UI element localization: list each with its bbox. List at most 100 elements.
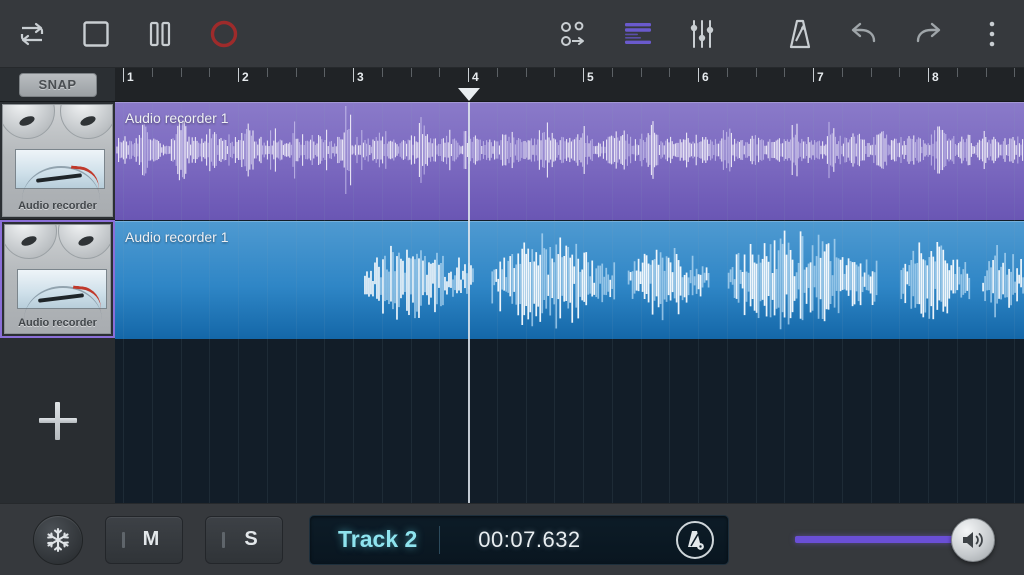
clip-label-2: Audio recorder 1 bbox=[125, 229, 229, 245]
routing-button[interactable] bbox=[542, 0, 606, 68]
audio-recorder-icon: Audio recorder bbox=[2, 104, 113, 217]
stop-icon bbox=[82, 20, 110, 48]
ruler-tick-major bbox=[238, 68, 239, 82]
clip-track-2[interactable]: Audio recorder 1 bbox=[115, 221, 1024, 339]
ruler-tick-minor bbox=[181, 68, 182, 77]
ruler-tick-major bbox=[353, 68, 354, 82]
reel-right-icon bbox=[60, 104, 113, 139]
track-header-1[interactable]: Audio recorder bbox=[0, 102, 115, 220]
metronome-settings-icon bbox=[685, 529, 705, 551]
ruler-tick-major bbox=[468, 68, 469, 82]
timeline-ruler[interactable]: 1 2 3 4 5 6 7 8 bbox=[115, 68, 1024, 102]
ruler-tick-minor bbox=[324, 68, 325, 77]
vu-meter-icon bbox=[17, 269, 107, 309]
ruler-measure-number: 8 bbox=[932, 70, 939, 84]
reel-left-icon bbox=[2, 104, 55, 139]
playhead-handle[interactable] bbox=[458, 88, 480, 101]
vu-meter-icon bbox=[15, 149, 105, 189]
reel-right-icon bbox=[58, 224, 111, 259]
ruler-tick-minor bbox=[957, 68, 958, 77]
reel-left-icon bbox=[4, 224, 57, 259]
nodes-icon bbox=[559, 20, 589, 48]
track-header-label-2: Audio recorder bbox=[5, 317, 110, 329]
ruler-tick-major bbox=[813, 68, 814, 82]
overflow-button[interactable] bbox=[960, 0, 1024, 68]
ruler-tick-minor bbox=[439, 68, 440, 77]
undo-icon bbox=[849, 21, 879, 47]
metronome-icon bbox=[787, 19, 813, 49]
ruler-tick-minor bbox=[669, 68, 670, 77]
ruler-tick-minor bbox=[899, 68, 900, 77]
ruler-tick-major bbox=[698, 68, 699, 82]
pause-button[interactable] bbox=[128, 0, 192, 68]
ruler-measure-number: 4 bbox=[472, 70, 479, 84]
metronome-button[interactable] bbox=[768, 0, 832, 68]
ruler-measure-number: 1 bbox=[127, 70, 134, 84]
solo-label: S bbox=[244, 528, 257, 551]
transport-info-panel[interactable]: Track 2 00:07.632 bbox=[309, 515, 729, 565]
snowflake-icon bbox=[45, 527, 71, 553]
time-display: 00:07.632 bbox=[478, 527, 580, 553]
ruler-tick-minor bbox=[526, 68, 527, 77]
audio-recorder-icon: Audio recorder bbox=[4, 224, 111, 334]
ruler-tick-minor bbox=[1014, 68, 1015, 77]
ruler-tick-minor bbox=[727, 68, 728, 77]
snap-zone: SNAP bbox=[0, 68, 115, 102]
ruler-tick-minor bbox=[267, 68, 268, 77]
waveform-track-2 bbox=[115, 221, 1024, 339]
bottom-bar: M S Track 2 00:07.632 bbox=[0, 503, 1024, 575]
playhead[interactable] bbox=[468, 102, 470, 503]
solo-button[interactable]: S bbox=[205, 516, 283, 564]
freeze-button[interactable] bbox=[33, 515, 83, 565]
ruler-tick-minor bbox=[784, 68, 785, 77]
metronome-settings-button[interactable] bbox=[676, 521, 714, 559]
daw-app: SNAP 1 2 3 4 5 6 7 8 Audio recorder bbox=[0, 0, 1024, 575]
speaker-icon bbox=[961, 529, 985, 551]
clip-track-1[interactable]: Audio recorder 1 bbox=[115, 102, 1024, 220]
add-track-button[interactable] bbox=[0, 338, 115, 503]
ruler-tick-minor bbox=[756, 68, 757, 77]
stop-button[interactable] bbox=[64, 0, 128, 68]
volume-control[interactable] bbox=[767, 520, 1007, 560]
track-header-column: Audio recorder Audio recorder bbox=[0, 102, 115, 503]
undo-button[interactable] bbox=[832, 0, 896, 68]
waveform-track-1 bbox=[115, 102, 1024, 220]
ruler-tick-major bbox=[123, 68, 124, 82]
ruler-tick-minor bbox=[871, 68, 872, 77]
snap-button[interactable]: SNAP bbox=[19, 73, 97, 97]
info-divider bbox=[439, 526, 440, 554]
mute-label: M bbox=[143, 528, 160, 551]
record-button[interactable] bbox=[192, 0, 256, 68]
track-header-label-1: Audio recorder bbox=[3, 200, 112, 212]
ruler-tick-minor bbox=[842, 68, 843, 77]
ruler-tick-minor bbox=[382, 68, 383, 77]
track-list-button[interactable] bbox=[606, 0, 670, 68]
mute-button[interactable]: M bbox=[105, 516, 183, 564]
ruler-measure-number: 3 bbox=[357, 70, 364, 84]
volume-slider-knob[interactable] bbox=[951, 518, 995, 562]
redo-icon bbox=[913, 21, 943, 47]
ruler-tick-minor bbox=[497, 68, 498, 77]
clip-label-1: Audio recorder 1 bbox=[125, 110, 229, 126]
ruler-tick-minor bbox=[986, 68, 987, 77]
arrange-area[interactable]: Audio recorder 1 Audio recorder 1 bbox=[115, 102, 1024, 503]
ruler-tick-minor bbox=[612, 68, 613, 77]
loop-button[interactable] bbox=[0, 0, 64, 68]
ruler-tick-minor bbox=[152, 68, 153, 77]
ruler-tick-minor bbox=[209, 68, 210, 77]
mixer-icon bbox=[688, 19, 716, 49]
track-header-2[interactable]: Audio recorder bbox=[0, 220, 115, 338]
mixer-button[interactable] bbox=[670, 0, 734, 68]
ruler-tick-major bbox=[583, 68, 584, 82]
volume-slider-track[interactable] bbox=[795, 536, 970, 543]
track-list-icon bbox=[623, 22, 653, 46]
ruler-measure-number: 7 bbox=[817, 70, 824, 84]
ruler-measure-number: 5 bbox=[587, 70, 594, 84]
ruler-measure-number: 6 bbox=[702, 70, 709, 84]
selected-track-name: Track 2 bbox=[338, 526, 417, 553]
ruler-tick-minor bbox=[411, 68, 412, 77]
ruler-measure-number: 2 bbox=[242, 70, 249, 84]
ruler-tick-minor bbox=[641, 68, 642, 77]
ruler-tick-minor bbox=[554, 68, 555, 77]
redo-button[interactable] bbox=[896, 0, 960, 68]
